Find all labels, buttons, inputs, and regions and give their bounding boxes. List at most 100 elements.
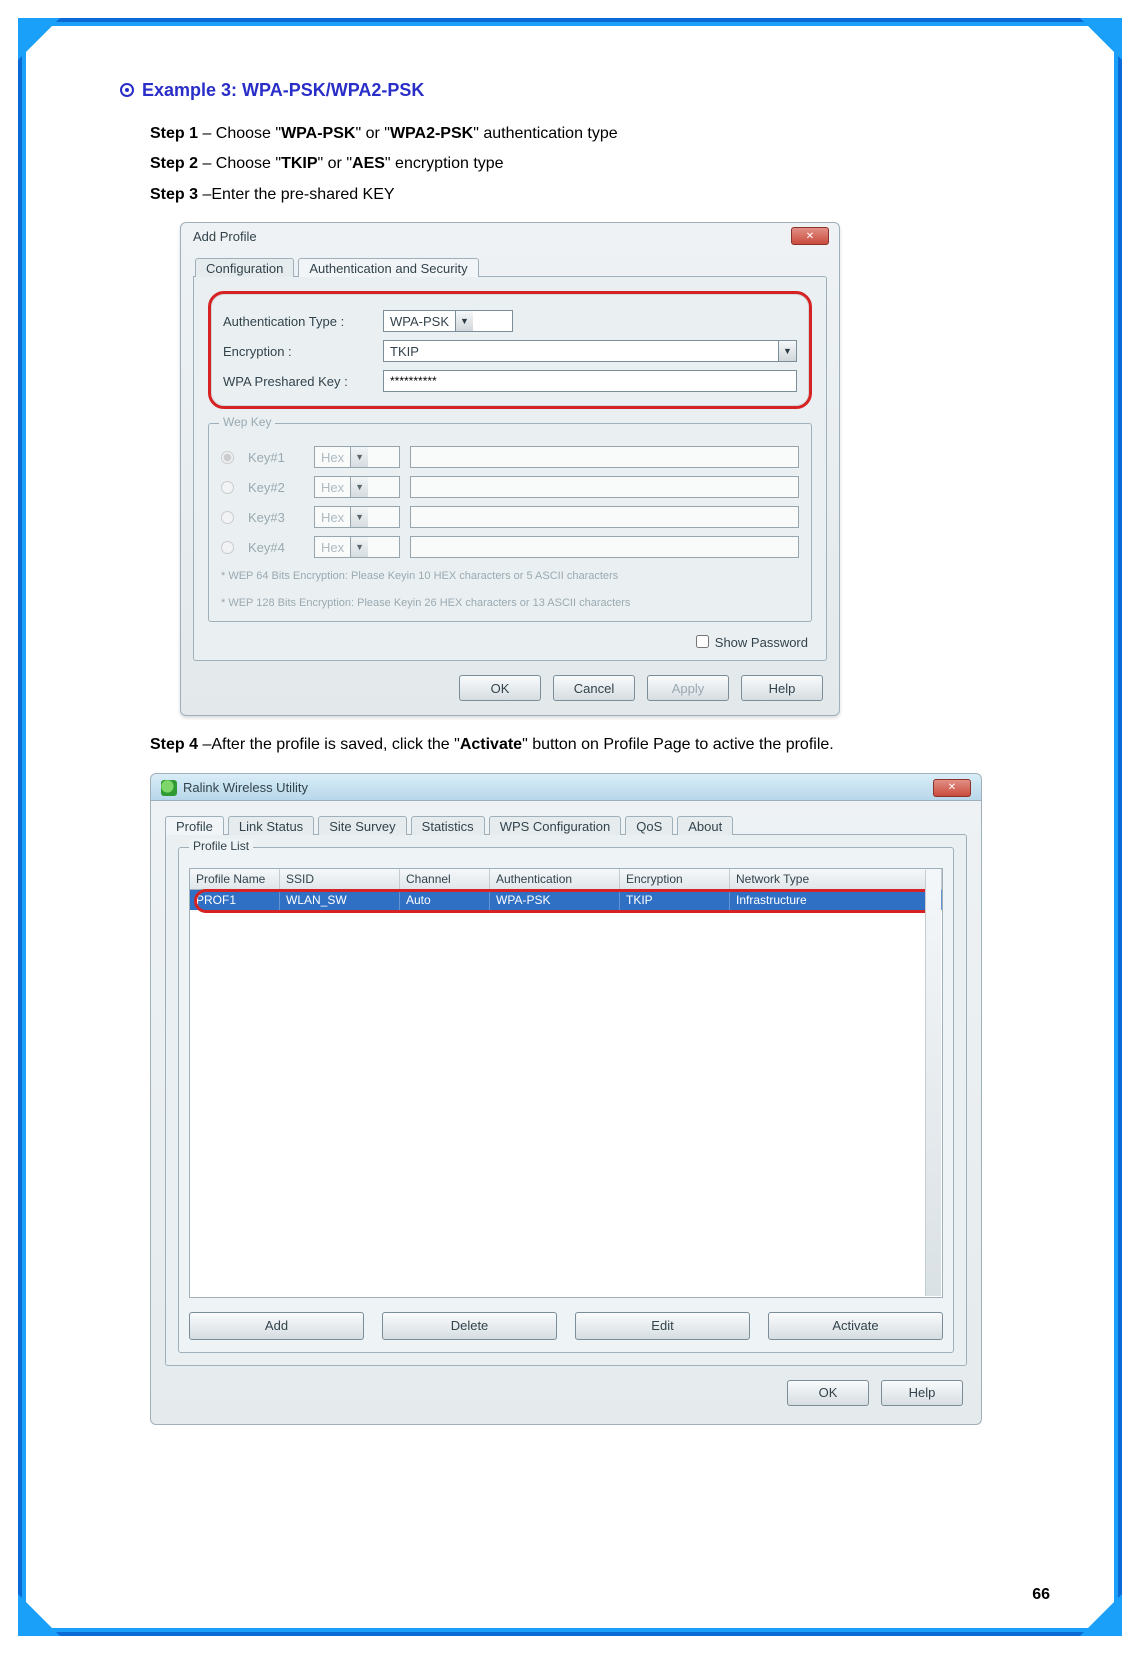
encryption-label: Encryption : — [223, 344, 383, 359]
wep-type-combo-4[interactable]: Hex▼ — [314, 536, 400, 558]
wep-type-combo-1[interactable]: Hex▼ — [314, 446, 400, 468]
wep-value-3[interactable] — [410, 506, 799, 528]
activate-button[interactable]: Activate — [768, 1312, 943, 1340]
encryption-combo[interactable]: TKIP ▼ — [383, 340, 797, 362]
scrollbar[interactable] — [925, 870, 941, 1296]
wep-label-2: Key#2 — [248, 480, 304, 495]
col-channel[interactable]: Channel — [400, 869, 490, 889]
auth-type-label: Authentication Type : — [223, 314, 383, 329]
heading-text: Example 3: WPA-PSK/WPA2-PSK — [142, 80, 424, 100]
table-row[interactable]: PROF1 WLAN_SW Auto WPA-PSK TKIP Infrastr… — [190, 890, 942, 910]
utility-titlebar: Ralink Wireless Utility ✕ — [151, 774, 981, 801]
dialog-button-row: OK Cancel Apply Help — [197, 675, 823, 701]
auth-type-combo[interactable]: WPA-PSK ▼ — [383, 310, 513, 332]
utility-title: Ralink Wireless Utility — [183, 780, 308, 795]
wep-value-1[interactable] — [410, 446, 799, 468]
highlighted-auth-fields: Authentication Type : WPA-PSK ▼ Encrypti… — [208, 291, 812, 409]
ralink-utility-window: Ralink Wireless Utility ✕ Profile Link S… — [150, 773, 982, 1425]
step-4: Step 4 –After the profile is saved, clic… — [150, 730, 1050, 760]
add-button[interactable]: Add — [189, 1312, 364, 1340]
tab-about[interactable]: About — [677, 816, 733, 835]
dialog-titlebar: Add Profile ✕ — [181, 223, 839, 247]
utility-panel: Profile List Profile Name SSID Channel A… — [165, 834, 967, 1366]
wep-group-title: Wep Key — [219, 415, 275, 429]
show-password-row: Show Password — [208, 634, 808, 650]
edit-button[interactable]: Edit — [575, 1312, 750, 1340]
profile-action-buttons: Add Delete Edit Activate — [189, 1312, 943, 1340]
help-button[interactable]: Help — [881, 1380, 963, 1406]
wep-row-2: Key#2 Hex▼ — [221, 476, 799, 498]
step-3: Step 3 –Enter the pre-shared KEY — [150, 180, 1050, 210]
wep-note-128: * WEP 128 Bits Encryption: Please Keyin … — [221, 595, 799, 612]
wep-value-4[interactable] — [410, 536, 799, 558]
close-button[interactable]: ✕ — [791, 227, 829, 245]
cell-auth: WPA-PSK — [490, 890, 620, 910]
step-1: Step 1 – Choose "WPA-PSK" or "WPA2-PSK" … — [150, 119, 1050, 149]
wep-radio-1[interactable] — [221, 451, 234, 464]
chevron-down-icon[interactable]: ▼ — [350, 447, 368, 467]
tab-auth-security[interactable]: Authentication and Security — [298, 258, 478, 277]
chevron-down-icon[interactable]: ▼ — [455, 311, 473, 331]
cell-net: Infrastructure — [730, 890, 942, 910]
col-ssid[interactable]: SSID — [280, 869, 400, 889]
col-auth[interactable]: Authentication — [490, 869, 620, 889]
cell-channel: Auto — [400, 890, 490, 910]
wep-type-combo-3[interactable]: Hex▼ — [314, 506, 400, 528]
wep-row-4: Key#4 Hex▼ — [221, 536, 799, 558]
wep-radio-4[interactable] — [221, 541, 234, 554]
wep-label-1: Key#1 — [248, 450, 304, 465]
wep-key-group: Wep Key Key#1 Hex▼ Key#2 Hex▼ — [208, 423, 812, 622]
delete-button[interactable]: Delete — [382, 1312, 557, 1340]
tab-profile[interactable]: Profile — [165, 816, 224, 835]
utility-footer: OK Help — [169, 1380, 963, 1406]
add-profile-dialog: Add Profile ✕ Configuration Authenticati… — [180, 222, 840, 716]
ok-button[interactable]: OK — [459, 675, 541, 701]
close-button[interactable]: ✕ — [933, 779, 971, 797]
tab-configuration[interactable]: Configuration — [195, 258, 294, 277]
tab-qos[interactable]: QoS — [625, 816, 673, 835]
tab-wps[interactable]: WPS Configuration — [489, 816, 622, 835]
bullet-icon — [120, 83, 134, 97]
example-heading: Example 3: WPA-PSK/WPA2-PSK — [120, 80, 1050, 101]
psk-input[interactable] — [383, 370, 797, 392]
cell-enc: TKIP — [620, 890, 730, 910]
dialog-title: Add Profile — [193, 229, 257, 244]
cancel-button[interactable]: Cancel — [553, 675, 635, 701]
utility-tabs: Profile Link Status Site Survey Statisti… — [165, 815, 967, 834]
tab-link-status[interactable]: Link Status — [228, 816, 314, 835]
wep-row-1: Key#1 Hex▼ — [221, 446, 799, 468]
cell-profile-name: PROF1 — [190, 890, 280, 910]
chevron-down-icon[interactable]: ▼ — [350, 477, 368, 497]
profile-list-title: Profile List — [189, 839, 253, 853]
ok-button[interactable]: OK — [787, 1380, 869, 1406]
wep-row-3: Key#3 Hex▼ — [221, 506, 799, 528]
col-net[interactable]: Network Type — [730, 869, 942, 889]
apply-button[interactable]: Apply — [647, 675, 729, 701]
show-password-checkbox[interactable] — [696, 635, 709, 648]
page-number: 66 — [1032, 1586, 1050, 1604]
wep-value-2[interactable] — [410, 476, 799, 498]
encryption-value: TKIP — [384, 344, 778, 359]
cell-ssid: WLAN_SW — [280, 890, 400, 910]
col-enc[interactable]: Encryption — [620, 869, 730, 889]
dialog-tabs: Configuration Authentication and Securit… — [195, 257, 827, 276]
show-password-label: Show Password — [715, 635, 808, 650]
tab-panel-auth: Authentication Type : WPA-PSK ▼ Encrypti… — [193, 276, 827, 661]
app-icon — [161, 780, 177, 796]
wep-note-64: * WEP 64 Bits Encryption: Please Keyin 1… — [221, 568, 799, 585]
wep-label-4: Key#4 — [248, 540, 304, 555]
wep-radio-2[interactable] — [221, 481, 234, 494]
tab-site-survey[interactable]: Site Survey — [318, 816, 406, 835]
psk-label: WPA Preshared Key : — [223, 374, 383, 389]
wep-label-3: Key#3 — [248, 510, 304, 525]
col-profile-name[interactable]: Profile Name — [190, 869, 280, 889]
chevron-down-icon[interactable]: ▼ — [350, 507, 368, 527]
wep-type-combo-2[interactable]: Hex▼ — [314, 476, 400, 498]
profile-table[interactable]: Profile Name SSID Channel Authentication… — [189, 868, 943, 1298]
wep-radio-3[interactable] — [221, 511, 234, 524]
chevron-down-icon[interactable]: ▼ — [350, 537, 368, 557]
chevron-down-icon[interactable]: ▼ — [778, 341, 796, 361]
help-button[interactable]: Help — [741, 675, 823, 701]
table-header: Profile Name SSID Channel Authentication… — [190, 869, 942, 890]
tab-statistics[interactable]: Statistics — [411, 816, 485, 835]
